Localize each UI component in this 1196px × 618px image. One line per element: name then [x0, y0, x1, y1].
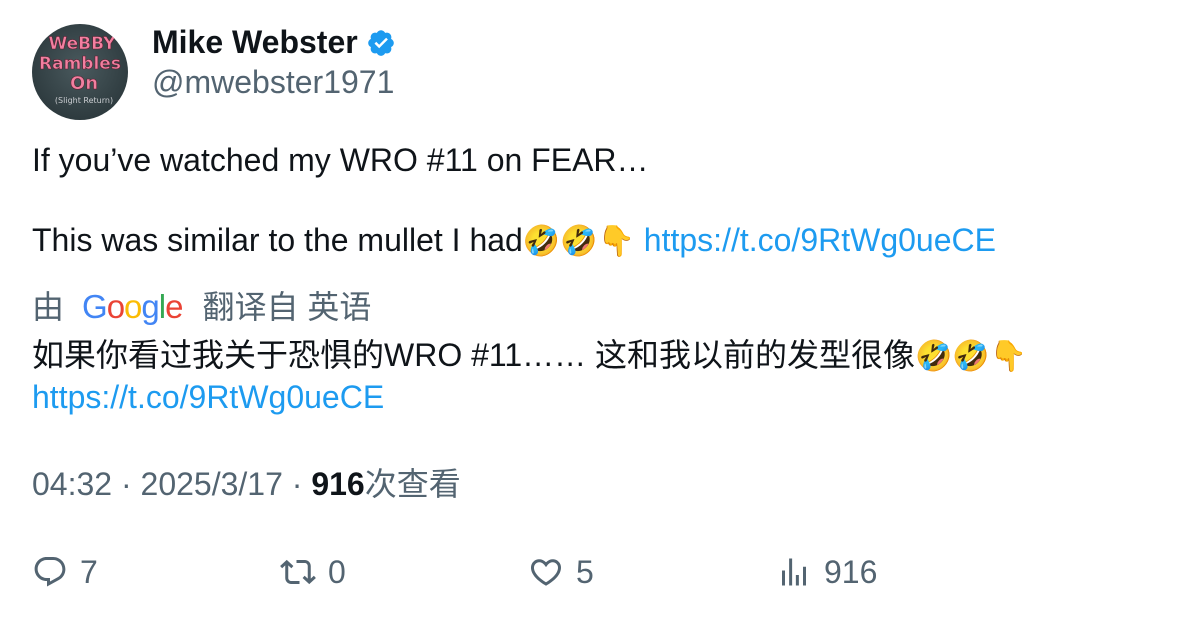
- meta-separator-2: ·: [282, 466, 312, 502]
- translated-emoji: 🤣🤣👇: [915, 339, 1028, 374]
- tweet-meta: 04:32 · 2025/3/17 · 916次查看: [32, 464, 461, 504]
- views-count: 916: [311, 466, 365, 502]
- author-display-name[interactable]: Mike Webster: [152, 22, 358, 62]
- translated-text: 如果你看过我关于恐惧的WRO #11…… 这和我以前的发型很像🤣🤣👇 https…: [32, 335, 1172, 417]
- avatar-image: WeBBY Rambles On (Slight Return): [39, 34, 122, 105]
- translation-attribution[interactable]: 由 Google 翻译自 英语: [32, 286, 371, 328]
- tweet-line-2-text: This was similar to the mullet I had: [32, 222, 523, 258]
- views-label: 次查看: [364, 466, 461, 502]
- analytics-icon: [782, 558, 806, 586]
- verified-badge-icon: [367, 30, 394, 56]
- tweet-body: If you’ve watched my WRO #11 on FEAR… Th…: [32, 140, 1172, 262]
- google-logo-icon: Google: [82, 288, 183, 325]
- tweet-link[interactable]: https://t.co/9RtWg0ueCE: [644, 222, 996, 258]
- reply-count: 7: [80, 554, 98, 590]
- heart-icon: [530, 559, 562, 586]
- tweet-date[interactable]: 2025/3/17: [141, 466, 283, 502]
- like-count: 5: [576, 554, 594, 590]
- avatar[interactable]: WeBBY Rambles On (Slight Return): [32, 24, 128, 120]
- reply-button[interactable]: 7: [32, 548, 98, 596]
- tweet-line-2: This was similar to the mullet I had🤣🤣👇 …: [32, 220, 1172, 262]
- translated-body: 如果你看过我关于恐惧的WRO #11…… 这和我以前的发型很像: [32, 337, 916, 373]
- avatar-text-2: Rambles: [39, 54, 121, 74]
- retweet-count: 0: [328, 554, 346, 590]
- reply-icon: [34, 557, 66, 587]
- translation-by-label: 由: [32, 289, 65, 325]
- like-button[interactable]: 5: [528, 548, 594, 596]
- retweet-button[interactable]: 0: [280, 548, 346, 596]
- translated-line-1: 如果你看过我关于恐惧的WRO #11…… 这和我以前的发型很像🤣🤣👇: [32, 335, 1172, 377]
- tweet-line-1: If you’ve watched my WRO #11 on FEAR…: [32, 142, 649, 178]
- translation-source-label: 翻译自 英语: [202, 289, 372, 325]
- tweet-time[interactable]: 04:32: [32, 466, 112, 502]
- avatar-text-1: WeBBY: [49, 34, 117, 54]
- avatar-text-4: (Slight Return): [55, 96, 113, 105]
- translated-line-2: https://t.co/9RtWg0ueCE: [32, 377, 1172, 417]
- tweet-emoji: 🤣🤣👇: [522, 224, 635, 259]
- author-name-row: Mike Webster: [152, 22, 396, 62]
- retweet-icon: [280, 559, 316, 585]
- translated-link[interactable]: https://t.co/9RtWg0ueCE: [32, 379, 384, 415]
- action-bar: 7 0 5 916: [32, 548, 1172, 596]
- author-handle[interactable]: @mwebster1971: [152, 62, 394, 102]
- meta-separator-1: ·: [112, 466, 141, 502]
- views-action-count: 916: [824, 554, 878, 590]
- views-button[interactable]: 916: [776, 548, 877, 596]
- avatar-text-3: On: [70, 73, 98, 94]
